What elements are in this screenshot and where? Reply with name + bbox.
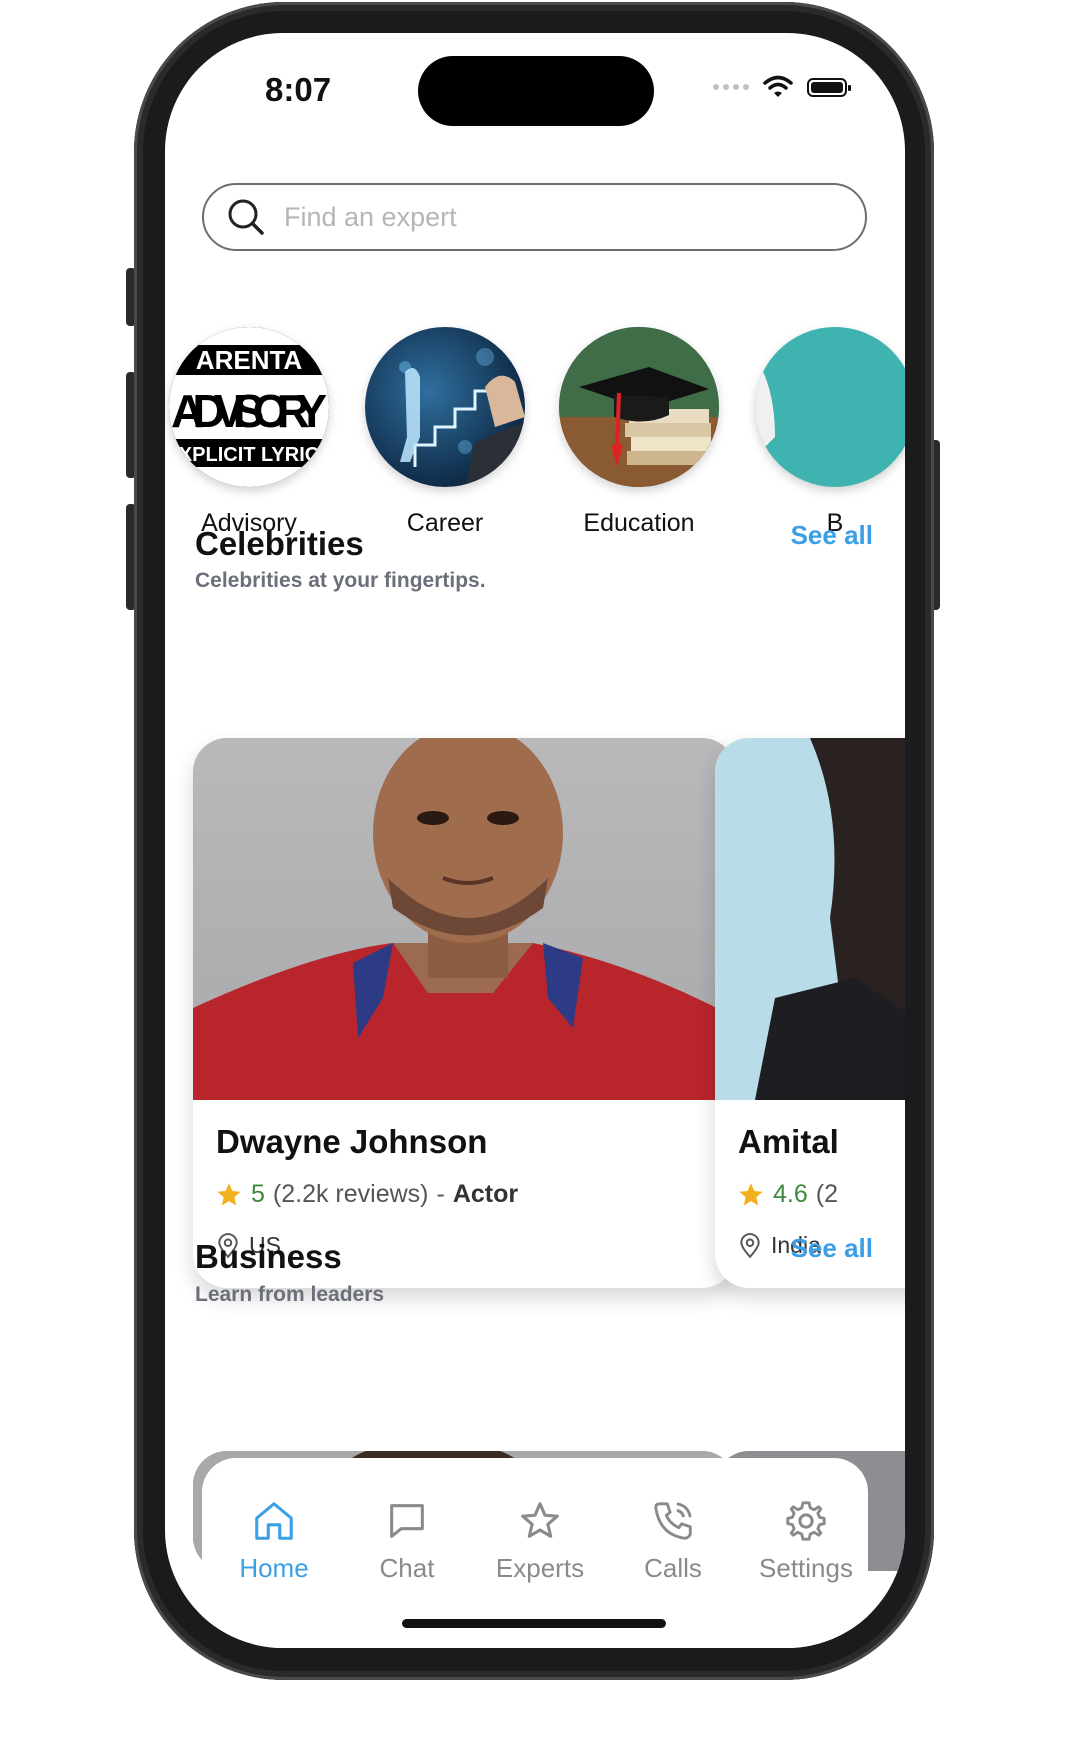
rating-value: 5 bbox=[251, 1180, 265, 1208]
badge-line-1: ARENTA bbox=[196, 345, 303, 375]
tab-label: Home bbox=[239, 1553, 309, 1583]
expert-photo bbox=[193, 738, 736, 1100]
celebrities-see-all-link[interactable]: See all bbox=[791, 520, 873, 551]
search-placeholder: Find an expert bbox=[284, 201, 457, 232]
tab-label: Calls bbox=[644, 1553, 702, 1583]
tab-settings[interactable]: Settings bbox=[746, 1498, 866, 1584]
star-icon bbox=[521, 1502, 559, 1538]
education-image bbox=[559, 327, 719, 487]
tab-calls[interactable]: Calls bbox=[613, 1498, 733, 1584]
search-icon bbox=[228, 199, 264, 235]
tab-experts[interactable]: Experts bbox=[480, 1498, 600, 1584]
signal-icon bbox=[713, 84, 749, 90]
dynamic-island bbox=[418, 56, 654, 126]
business-see-all-link[interactable]: See all bbox=[791, 1233, 873, 1264]
category-business[interactable]: B bbox=[745, 327, 905, 538]
phone-icon bbox=[654, 1502, 692, 1540]
business-title: Business bbox=[195, 1238, 342, 1275]
expert-card-amital[interactable]: Amital 4.6 (2 India bbox=[715, 738, 905, 1288]
celebrities-title: Celebrities bbox=[195, 525, 364, 562]
expert-photo bbox=[715, 738, 905, 1100]
star-icon bbox=[739, 1182, 763, 1205]
home-icon bbox=[255, 1502, 293, 1540]
badge-line-2: ADVISORY bbox=[171, 385, 327, 437]
expert-role: Actor bbox=[452, 1180, 519, 1208]
category-label: Education bbox=[583, 509, 695, 537]
gear-icon bbox=[786, 1501, 826, 1541]
app-screen: 8:07 Find an expert ARENTA ADVISORY XPLI… bbox=[165, 33, 905, 1648]
advisory-image: ARENTA ADVISORY XPLICIT LYRIC bbox=[169, 327, 329, 487]
review-count: (2.2k reviews) bbox=[272, 1180, 429, 1208]
chat-icon bbox=[390, 1504, 424, 1538]
business-subtitle: Learn from leaders bbox=[195, 1283, 385, 1306]
battery-icon bbox=[807, 77, 851, 97]
category-advisory[interactable]: ARENTA ADVISORY XPLICIT LYRIC Advisory bbox=[165, 327, 339, 538]
location-pin-icon bbox=[740, 1232, 760, 1258]
meta-separator: - bbox=[436, 1180, 445, 1208]
review-count: (2 bbox=[815, 1180, 838, 1208]
expert-meta: 5 (2.2k reviews) - Actor bbox=[215, 1180, 518, 1209]
status-time: 8:07 bbox=[265, 71, 332, 108]
category-education[interactable]: Education bbox=[549, 327, 729, 538]
business-category-image bbox=[755, 327, 905, 487]
home-indicator bbox=[402, 1619, 666, 1628]
tab-label: Chat bbox=[379, 1553, 435, 1583]
status-icons bbox=[713, 75, 851, 99]
tab-label: Experts bbox=[495, 1553, 585, 1583]
search-input[interactable]: Find an expert bbox=[202, 183, 867, 251]
tab-home[interactable]: Home bbox=[214, 1498, 334, 1584]
expert-card-dwayne-johnson[interactable]: Dwayne Johnson 5 (2.2k reviews) - Actor … bbox=[193, 738, 736, 1288]
badge-line-3: XPLICIT LYRIC bbox=[179, 444, 319, 466]
wifi-icon bbox=[763, 75, 793, 97]
category-label: Career bbox=[406, 509, 484, 537]
tab-label: Settings bbox=[759, 1553, 853, 1583]
rating-value: 4.6 bbox=[773, 1180, 808, 1208]
expert-name: Amital bbox=[738, 1123, 839, 1160]
expert-meta: 4.6 (2 bbox=[737, 1180, 838, 1209]
category-career[interactable]: Career bbox=[355, 327, 535, 538]
expert-name: Dwayne Johnson bbox=[216, 1123, 488, 1160]
career-image bbox=[365, 327, 525, 487]
star-icon bbox=[217, 1182, 241, 1205]
tab-chat[interactable]: Chat bbox=[347, 1498, 467, 1584]
celebrities-subtitle: Celebrities at your fingertips. bbox=[195, 569, 486, 592]
